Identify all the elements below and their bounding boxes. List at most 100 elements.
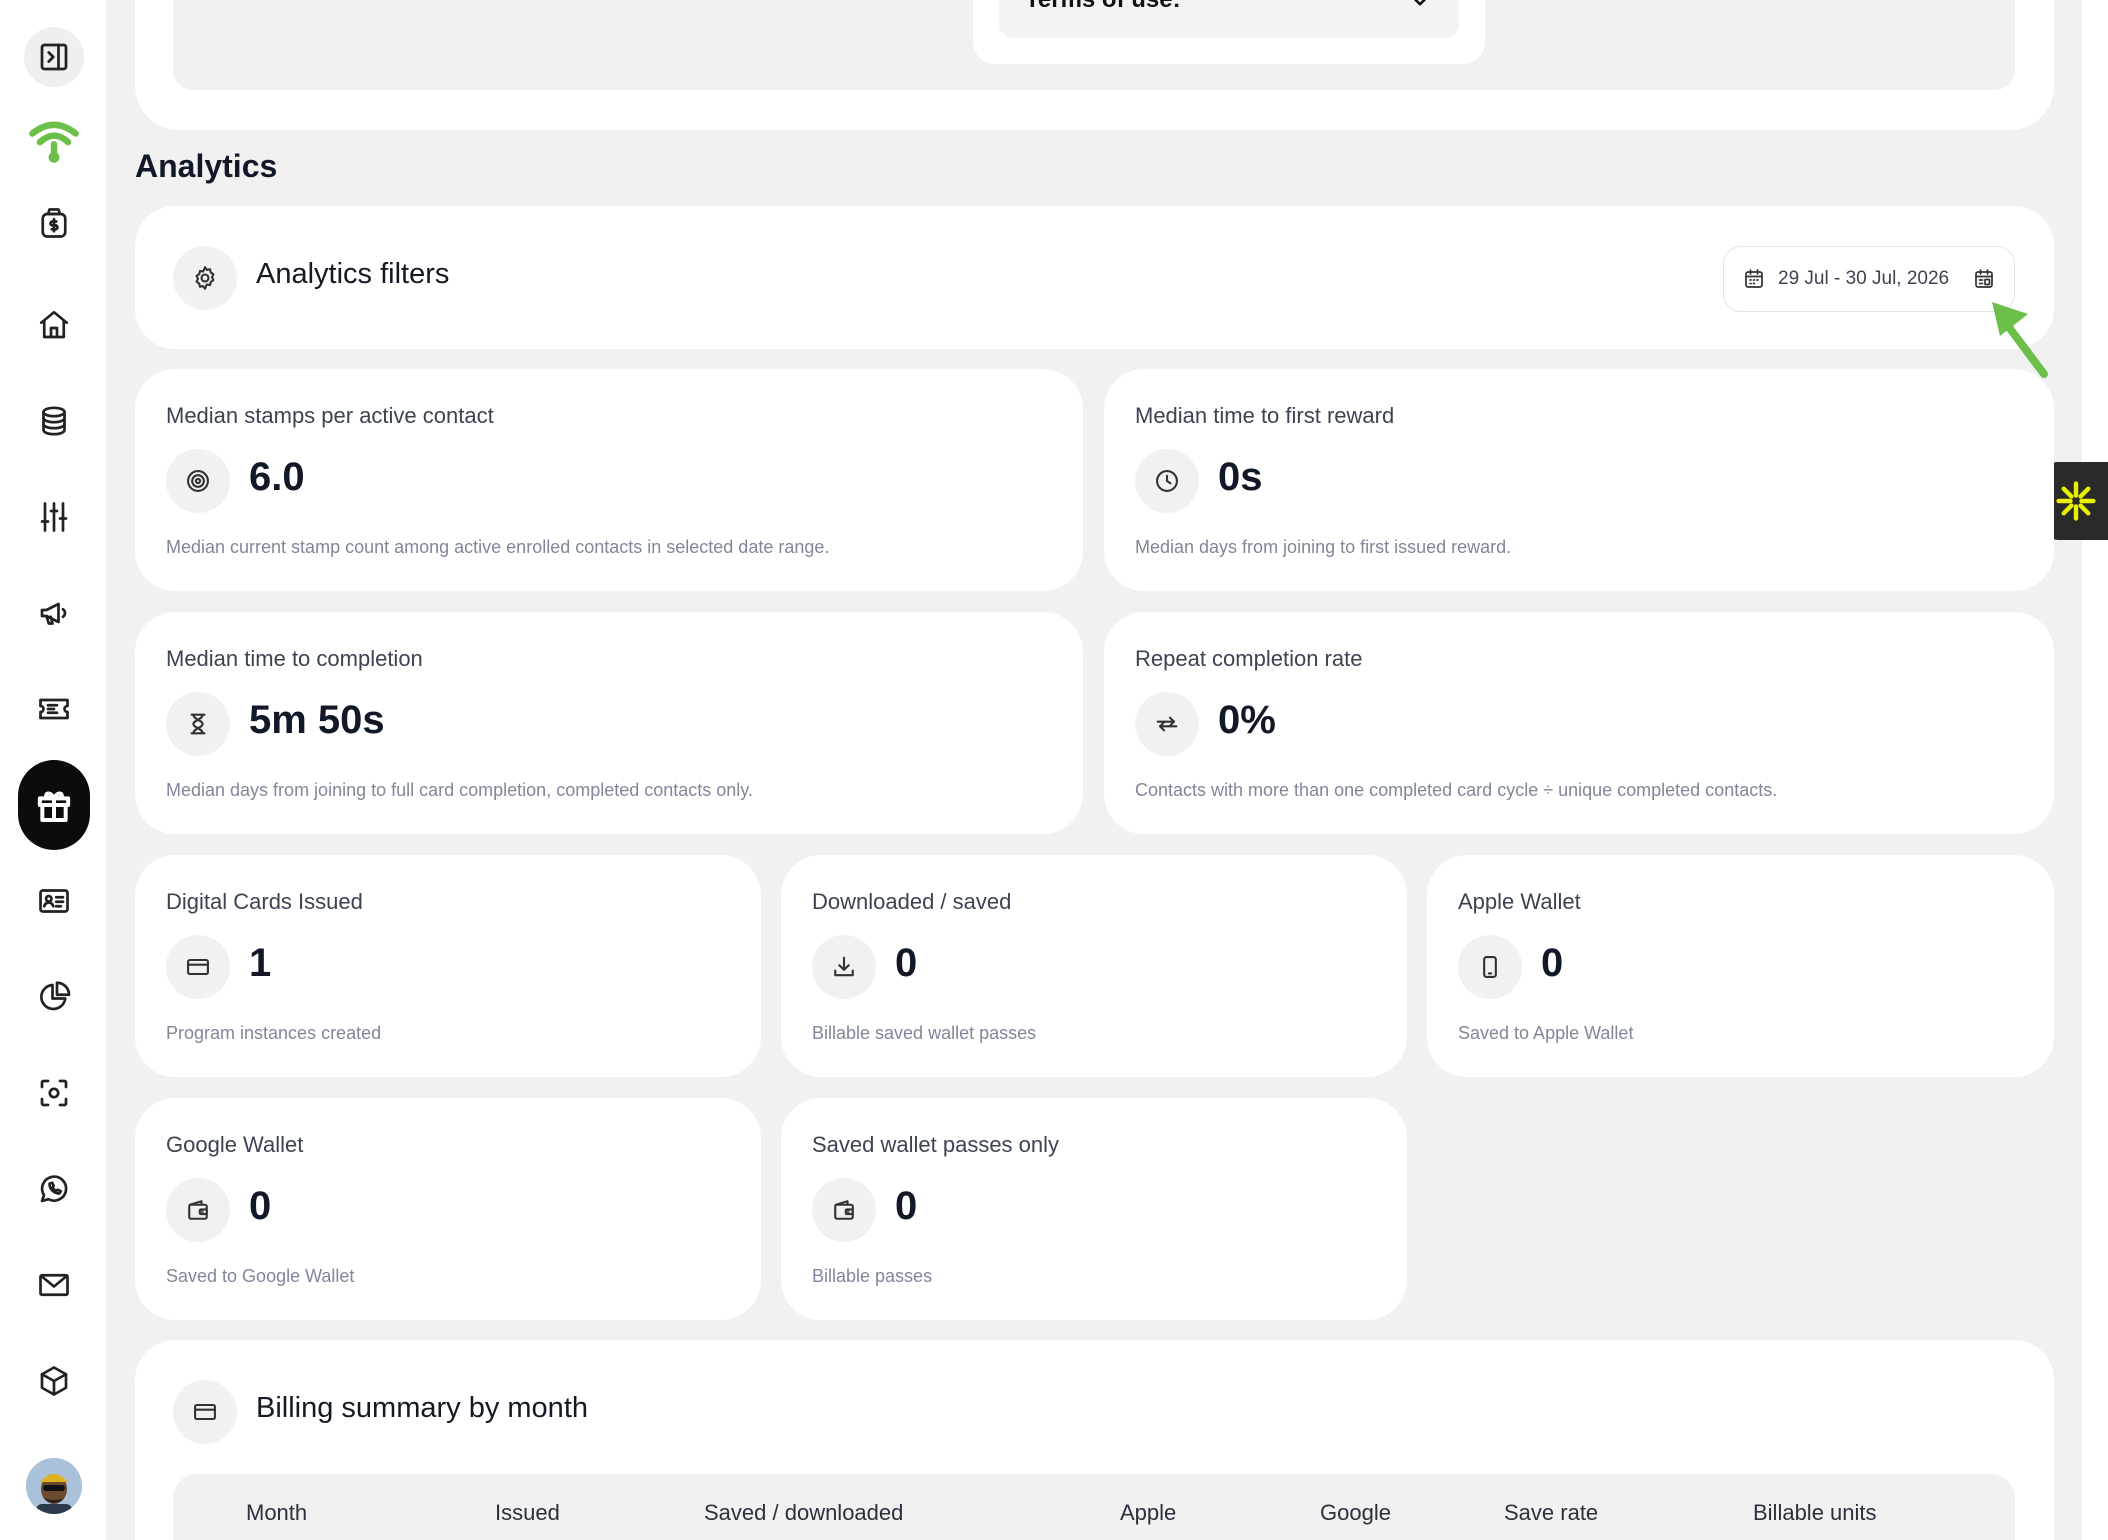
metric-icon-wrap <box>166 692 230 756</box>
column-header-saved[interactable]: Saved / downloaded <box>704 1500 903 1526</box>
sidebar-item-settings[interactable] <box>24 487 84 547</box>
user-avatar[interactable] <box>26 1458 82 1514</box>
column-header-issued[interactable]: Issued <box>495 1500 560 1526</box>
column-header-month[interactable]: Month <box>246 1500 307 1526</box>
metric-description: Median current stamp count among active … <box>166 537 830 557</box>
hourglass-icon <box>190 713 206 735</box>
sidebar-item-products[interactable] <box>24 1351 84 1411</box>
sidebar-item-scanner[interactable] <box>24 1063 84 1123</box>
metric-icon-wrap <box>166 1178 230 1242</box>
billing-table-header: Month Issued Saved / downloaded Apple Go… <box>173 1474 2015 1540</box>
metric-title: Saved wallet passes only <box>812 1132 1060 1157</box>
metric-title: Median stamps per active contact <box>166 403 494 428</box>
metric-title: Downloaded / saved <box>812 889 1012 914</box>
metric-card-apple-wallet: Apple Wallet 0 Saved to Apple Wallet <box>1427 855 2054 1077</box>
metric-description: Median days from joining to full card co… <box>166 780 753 800</box>
download-icon <box>834 956 854 977</box>
sidebar-item-contacts[interactable] <box>24 871 84 931</box>
home-icon <box>39 310 69 339</box>
billing-icon-wrap <box>173 1380 237 1444</box>
sidebar-item-whatsapp[interactable] <box>24 1159 84 1219</box>
metric-description: Contacts with more than one completed ca… <box>1135 780 1778 800</box>
sidebar-item-email[interactable] <box>24 1255 84 1315</box>
metric-value: 0 <box>895 1184 918 1228</box>
metric-title: Google Wallet <box>166 1132 304 1157</box>
mail-icon <box>39 1273 69 1297</box>
filters-icon-wrap <box>173 246 237 310</box>
sidebar-item-coupons[interactable] <box>24 679 84 739</box>
billing-summary-card: Billing summary by month Month Issued Sa… <box>135 1340 2054 1540</box>
wallet-icon <box>188 1200 208 1220</box>
calendar-icon <box>1745 269 1763 288</box>
analytics-heading: Analytics <box>135 148 278 184</box>
program-settings-inner: Terms of use: <box>173 0 2015 90</box>
right-scroll-strip <box>2082 0 2108 1540</box>
metric-title: Median time to first reward <box>1135 403 1395 428</box>
metric-icon-wrap <box>166 449 230 513</box>
sidebar-item-data[interactable] <box>24 391 84 451</box>
metric-card-repeat-rate: Repeat completion rate 0% Contacts with … <box>1104 612 2054 834</box>
money-bag-icon <box>41 208 67 238</box>
metric-title: Digital Cards Issued <box>166 889 363 914</box>
sidebar-item-billing[interactable] <box>24 193 84 253</box>
phone-icon <box>1483 956 1497 978</box>
calendar-grid-icon[interactable] <box>1972 267 1996 291</box>
scan-icon <box>40 1079 68 1107</box>
terms-box: Terms of use: <box>973 0 1485 64</box>
terms-of-use-dropdown[interactable]: Terms of use: <box>999 0 1459 38</box>
wifi-logo-icon <box>29 121 79 163</box>
database-icon <box>42 406 66 436</box>
pointer-arrow-icon <box>1992 302 2048 378</box>
date-range-picker[interactable]: 29 Jul - 30 Jul, 2026 <box>1723 246 2015 312</box>
billing-title: Billing summary by month <box>256 1392 588 1424</box>
metric-value: 1 <box>249 941 272 985</box>
sidebar-toggle-icon <box>40 43 68 71</box>
ticket-icon <box>39 698 69 720</box>
metric-card-downloaded: Downloaded / saved 0 Billable saved wall… <box>781 855 1407 1077</box>
repeat-icon <box>1156 716 1178 732</box>
column-header-billable-units[interactable]: Billable units <box>1753 1500 1877 1526</box>
metric-card-median-stamps: Median stamps per active contact 6.0 Med… <box>135 369 1083 591</box>
metric-value: 0 <box>249 1184 272 1228</box>
credit-card-icon <box>194 1403 216 1421</box>
metric-icon-wrap <box>1135 449 1199 513</box>
metric-description: Billable passes <box>812 1266 933 1286</box>
sliders-icon <box>40 502 68 532</box>
pie-chart-icon <box>40 981 71 1011</box>
wallet-icon <box>834 1200 854 1220</box>
metric-card-google-wallet: Google Wallet 0 Saved to Google Wallet <box>135 1098 761 1320</box>
metric-description: Billable saved wallet passes <box>812 1023 1037 1043</box>
column-header-save-rate[interactable]: Save rate <box>1504 1500 1598 1526</box>
metric-value: 0 <box>895 941 918 985</box>
filters-title: Analytics filters <box>256 258 450 290</box>
column-header-apple[interactable]: Apple <box>1120 1500 1176 1526</box>
metric-icon-wrap <box>1458 935 1522 999</box>
sidebar-toggle-button[interactable] <box>24 27 84 87</box>
metric-icon-wrap <box>1135 692 1199 756</box>
metric-description: Saved to Google Wallet <box>166 1266 355 1286</box>
gear-icon <box>195 266 215 290</box>
metric-icon-wrap <box>166 935 230 999</box>
logo[interactable] <box>24 110 84 170</box>
metric-title: Median time to completion <box>166 646 423 671</box>
terms-of-use-label: Terms of use: <box>1025 0 1181 14</box>
sidebar <box>0 0 106 1540</box>
sidebar-item-reports[interactable] <box>24 967 84 1027</box>
program-settings-card: Terms of use: <box>135 0 2054 130</box>
metric-card-saved-only: Saved wallet passes only 0 Billable pass… <box>781 1098 1407 1320</box>
metric-value: 0s <box>1218 455 1263 499</box>
sparkle-icon <box>2056 481 2096 521</box>
avatar-icon <box>26 1458 82 1514</box>
sidebar-item-campaigns[interactable] <box>24 583 84 643</box>
metric-title: Repeat completion rate <box>1135 646 1363 671</box>
metric-icon-wrap <box>812 935 876 999</box>
metric-card-time-first-reward: Median time to first reward 0s Median da… <box>1104 369 2054 591</box>
sidebar-item-home[interactable] <box>24 295 84 355</box>
metric-value: 0 <box>1541 941 1564 985</box>
gift-icon <box>37 791 71 822</box>
target-icon <box>187 470 209 492</box>
column-header-google[interactable]: Google <box>1320 1500 1391 1526</box>
credit-card-icon <box>187 958 209 976</box>
sidebar-item-rewards[interactable] <box>18 760 90 850</box>
metric-description: Median days from joining to first issued… <box>1135 537 1512 557</box>
